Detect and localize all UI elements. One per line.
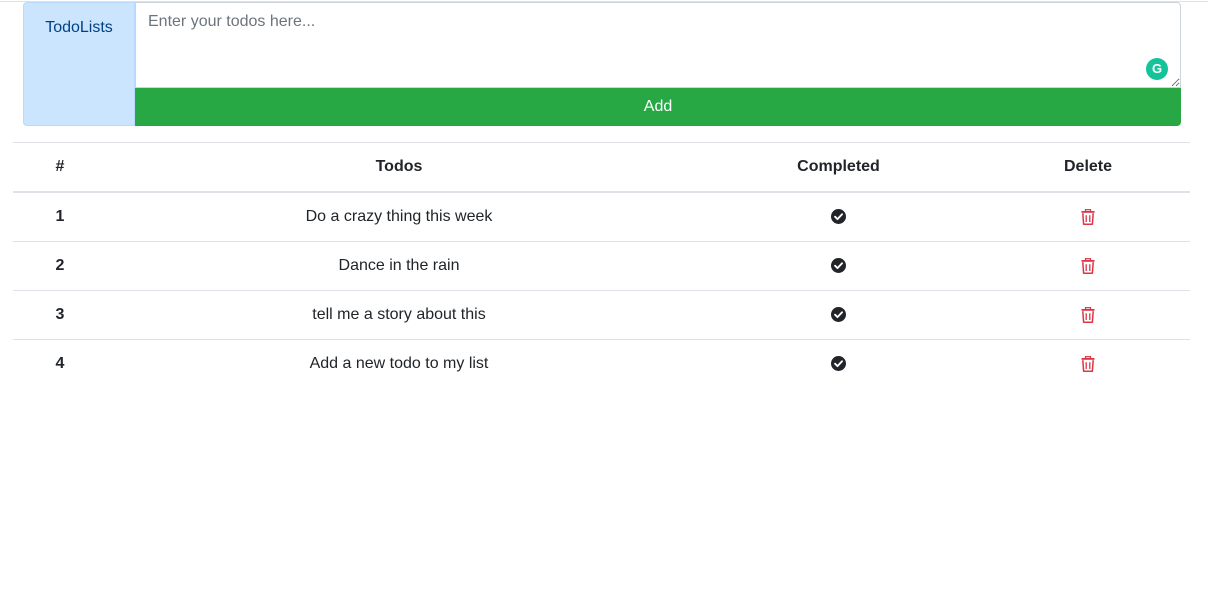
table-row: 2 Dance in the rain	[13, 241, 1190, 291]
todo-text: Add a new todo to my list	[107, 339, 691, 388]
todo-input-group: TodoLists G Add	[23, 2, 1181, 126]
column-header-todos: Todos	[107, 142, 691, 193]
check-circle-icon[interactable]	[831, 208, 846, 225]
table-row: 1 Do a crazy thing this week	[13, 191, 1190, 242]
completed-cell	[691, 241, 986, 291]
completed-cell	[691, 339, 986, 388]
trash-icon[interactable]	[1081, 257, 1095, 274]
completed-cell	[691, 290, 986, 340]
row-number: 4	[13, 339, 107, 388]
todo-text: Do a crazy thing this week	[107, 191, 691, 242]
check-circle-icon[interactable]	[831, 257, 846, 274]
column-header-delete: Delete	[986, 142, 1190, 193]
completed-cell	[691, 191, 986, 242]
check-circle-icon[interactable]	[831, 355, 846, 372]
trash-icon[interactable]	[1081, 355, 1095, 372]
row-number: 1	[13, 191, 107, 242]
column-header-completed: Completed	[691, 142, 986, 193]
delete-cell	[986, 191, 1190, 242]
table-header-row: # Todos Completed Delete	[13, 142, 1190, 193]
row-number: 3	[13, 290, 107, 340]
trash-icon[interactable]	[1081, 306, 1095, 323]
trash-icon[interactable]	[1081, 208, 1095, 225]
todo-text: tell me a story about this	[107, 290, 691, 340]
delete-cell	[986, 290, 1190, 340]
table-row: 3 tell me a story about this	[13, 290, 1190, 340]
delete-cell	[986, 241, 1190, 291]
check-circle-icon[interactable]	[831, 306, 846, 323]
delete-cell	[986, 339, 1190, 388]
row-number: 2	[13, 241, 107, 291]
todos-table: # Todos Completed Delete 1 Do a crazy thi…	[13, 142, 1190, 388]
grammarly-icon[interactable]: G	[1146, 58, 1168, 80]
brand-label: TodoLists	[23, 2, 135, 126]
add-button[interactable]: Add	[135, 88, 1181, 126]
todo-text: Dance in the rain	[107, 241, 691, 291]
todo-input[interactable]	[135, 2, 1181, 88]
column-header-number: #	[13, 142, 107, 193]
table-row: 4 Add a new todo to my list	[13, 339, 1190, 388]
